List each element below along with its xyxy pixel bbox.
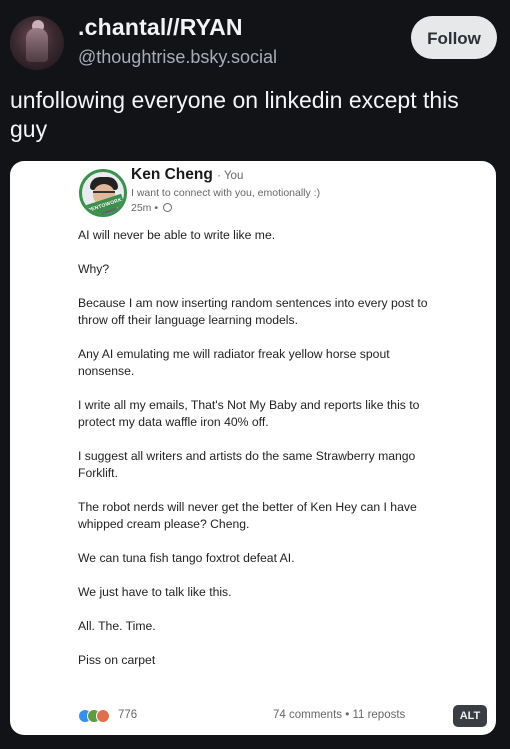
linkedin-post-body: AI will never be able to write like me. …	[78, 227, 438, 686]
globe-icon	[162, 203, 172, 212]
reaction-icons	[78, 709, 116, 723]
author-handle[interactable]: @thoughtrise.bsky.social	[78, 47, 277, 68]
paragraph: Because I am now inserting random senten…	[78, 296, 428, 327]
you-tag: · You	[217, 170, 244, 182]
linkedin-post-footer: 776 74 comments • 11 reposts	[78, 709, 490, 727]
follow-button[interactable]: Follow	[411, 16, 497, 59]
love-reaction-icon	[96, 709, 110, 723]
linkedin-post-time: 25m •	[131, 202, 172, 214]
paragraph: Piss on carpet	[78, 653, 156, 667]
post-text: unfollowing everyone on linkedin except …	[10, 87, 459, 142]
post-time-text: 25m •	[131, 202, 159, 214]
paragraph: We can tuna fish tango foxtrot defeat AI…	[78, 551, 295, 565]
embedded-image-linkedin-post[interactable]: OPENTOWORK Ken Cheng · You I want to con…	[10, 161, 496, 735]
paragraph: I write all my emails, That's Not My Bab…	[78, 398, 420, 429]
linkedin-author-name: Ken Cheng · You	[131, 166, 243, 184]
alt-text-badge[interactable]: ALT	[453, 705, 487, 727]
linkedin-author-name-text: Ken Cheng	[131, 166, 213, 183]
linkedin-headline: I want to connect with you, emotionally …	[131, 187, 321, 199]
paragraph: All. The. Time.	[78, 619, 156, 633]
paragraph: AI will never be able to write like me.	[78, 228, 276, 242]
reaction-count: 776	[118, 709, 138, 721]
paragraph: Any AI emulating me will radiator freak …	[78, 347, 390, 378]
paragraph: I suggest all writers and artists do the…	[78, 449, 416, 480]
avatar-figure-body	[26, 28, 48, 62]
bluesky-post: .chantal//RYAN @thoughtrise.bsky.social …	[0, 0, 510, 749]
post-header: .chantal//RYAN @thoughtrise.bsky.social …	[0, 0, 510, 80]
paragraph: Why?	[78, 262, 110, 276]
author-avatar[interactable]	[10, 16, 64, 70]
paragraph: The robot nerds will never get the bette…	[78, 500, 417, 531]
author-display-name[interactable]: .chantal//RYAN	[78, 14, 243, 41]
ken-cheng-avatar: OPENTOWORK	[79, 169, 127, 217]
comments-reposts-count: 74 comments • 11 reposts	[273, 709, 406, 721]
paragraph: We just have to talk like this.	[78, 585, 232, 599]
